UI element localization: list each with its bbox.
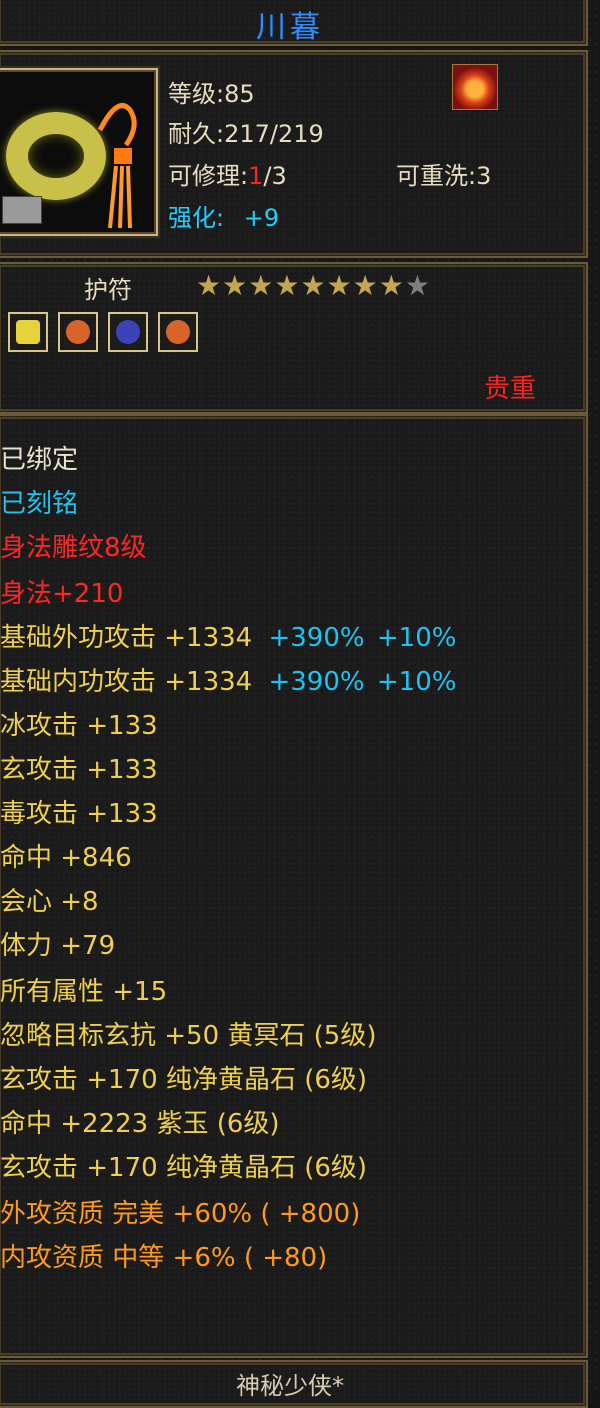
gem-socket-3[interactable] [108,312,148,352]
agility-stat: 身法+210 [0,579,124,609]
star-icon: ★ [196,269,222,302]
gem-socket-2[interactable] [58,312,98,352]
star-icon: ★ [274,269,300,302]
star-rating: ★★★★★★★★★ [196,270,431,302]
external-quality-stat: 外攻资质 完美 +60% ( +800) [0,1199,361,1229]
star-icon: ★ [300,269,326,302]
enhance-label: 强化: +9 [168,204,280,232]
bound-status: 已绑定 [0,445,79,475]
star-icon: ★ [378,269,404,302]
yellow-gem-icon [16,320,40,344]
level-label: 等级:85 [168,80,255,108]
ice-attack-stat: 冰攻击 +133 [0,711,158,741]
gem-socket-4[interactable] [158,312,198,352]
star-icon: ★ [326,269,352,302]
star-icon: ★ [222,269,248,302]
internal-attack-stat: 基础内功攻击 +1334 +390% +10% [0,667,457,697]
xuan-gem-stat-1: 玄攻击 +170 纯净黄晶石 (6级) [0,1065,368,1095]
star-icon: ★ [352,269,378,302]
carving-stat: 身法雕纹8级 [0,533,147,563]
jade-ring-icon [6,112,106,200]
tassel-icon [97,103,137,229]
durability-label: 耐久:217/219 [168,120,324,148]
internal-quality-stat: 内攻资质 中等 +6% ( +80) [0,1243,328,1273]
gem-socket-1[interactable] [8,312,48,352]
poison-attack-stat: 毒攻击 +133 [0,799,158,829]
xuan-gem-stat-2: 玄攻击 +170 纯净黄晶石 (6级) [0,1153,368,1183]
amber-gem-icon-2 [166,320,190,344]
repair-label: 可修理:1/3 [168,162,287,190]
stamina-stat: 体力 +79 [0,931,116,961]
rewash-label: 可重洗:3 [396,162,492,190]
star-icon: ★ [404,269,430,302]
rarity-label: 贵重 [484,374,537,404]
class-badge-icon[interactable] [452,64,498,110]
engraved-status: 已刻铭 [0,489,79,519]
star-icon: ★ [248,269,274,302]
lock-icon [2,196,42,224]
item-icon[interactable] [0,68,158,236]
hit-stat: 命中 +846 [0,843,132,873]
amber-gem-icon [66,320,90,344]
all-attributes-stat: 所有属性 +15 [0,977,168,1007]
xuan-attack-stat: 玄攻击 +133 [0,755,158,785]
crit-stat: 会心 +8 [0,887,99,917]
item-type: 护符 [84,276,132,304]
blue-gem-icon [116,320,140,344]
maker-name: 神秘少侠* [236,1372,344,1400]
external-attack-stat: 基础外功攻击 +1334 +390% +10% [0,623,457,653]
hit-gem-stat: 命中 +2223 紫玉 (6级) [0,1109,280,1139]
item-name: 川暮 [256,10,324,45]
ignore-xuan-resist-stat: 忽略目标玄抗 +50 黄冥石 (5级) [0,1021,377,1051]
